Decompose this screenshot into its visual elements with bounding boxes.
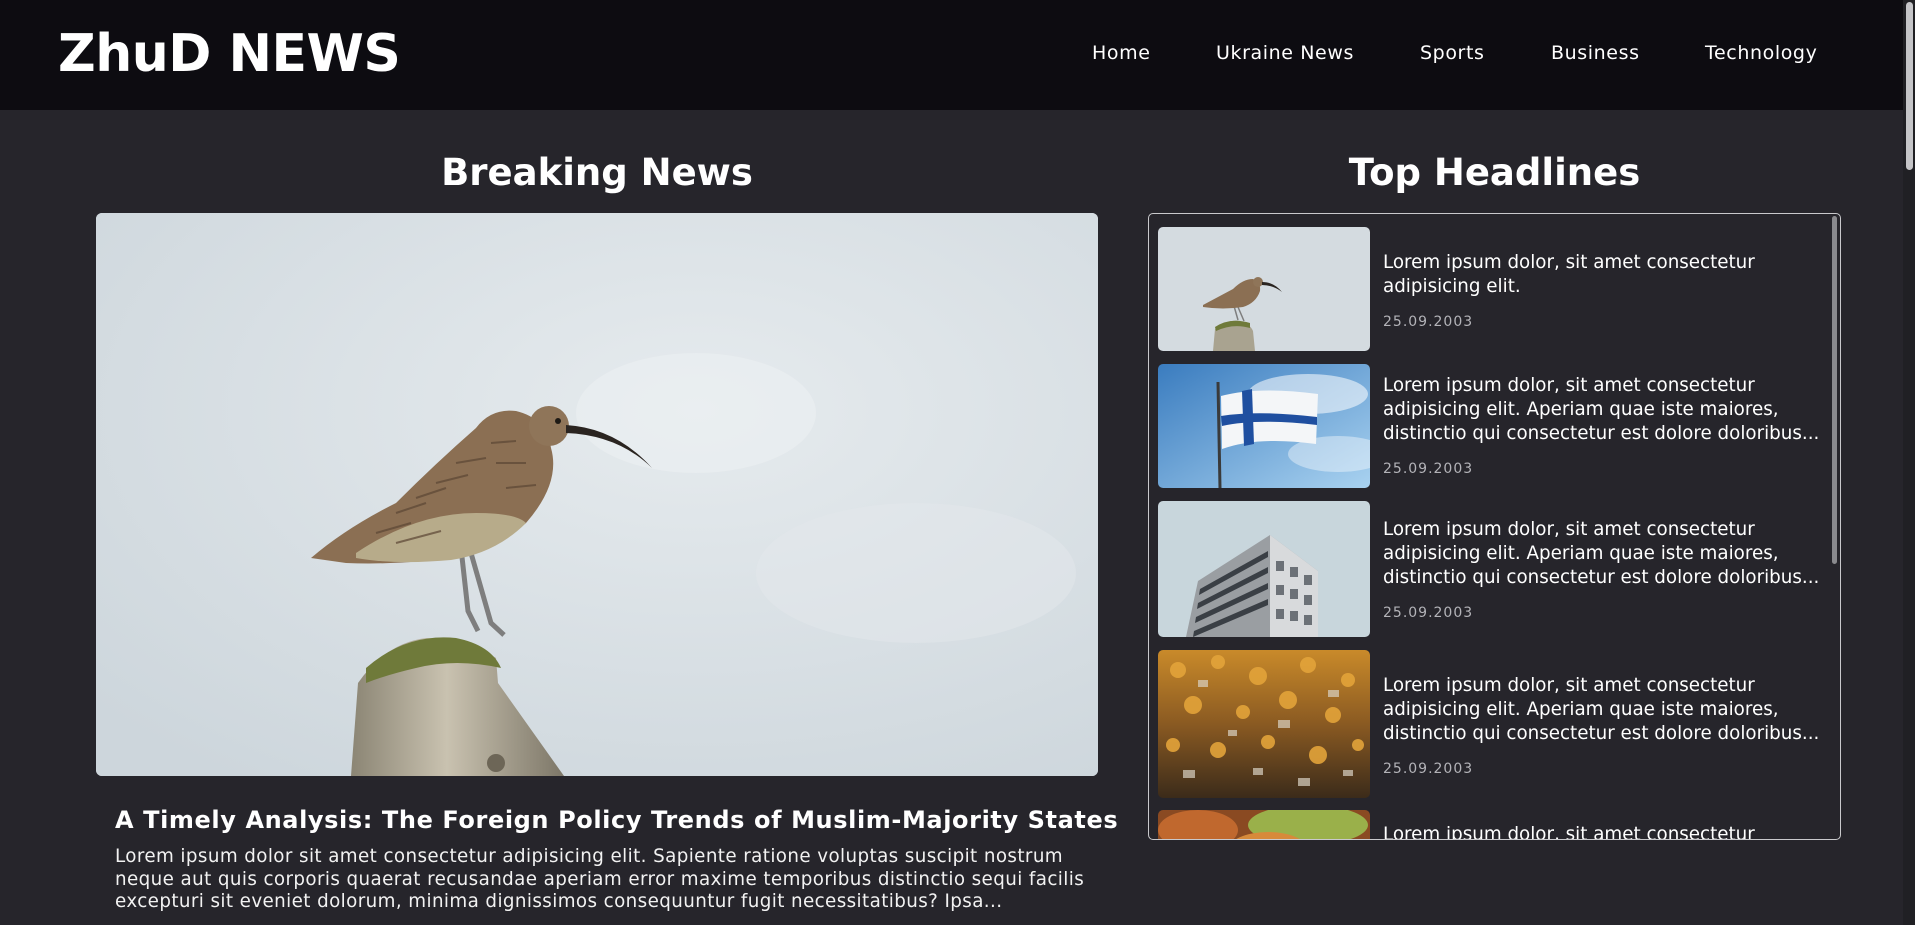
headline-date: 25.09.2003	[1383, 461, 1474, 477]
nav-business[interactable]: Business	[1551, 38, 1640, 68]
headline-title[interactable]: Lorem ipsum dolor, sit amet consectetur …	[1383, 518, 1823, 590]
headline-thumbnail[interactable]	[1158, 227, 1370, 351]
nav-technology[interactable]: Technology	[1705, 38, 1817, 68]
autumn-thumbnail-image	[1158, 810, 1370, 839]
headlines-scrollbar-thumb[interactable]	[1832, 216, 1837, 564]
headline-title[interactable]: Lorem ipsum dolor, sit amet consectetur …	[1383, 251, 1823, 299]
breaking-news-image[interactable]	[96, 213, 1098, 776]
page-scrollbar[interactable]	[1903, 0, 1915, 925]
nav-ukraine-news[interactable]: Ukraine News	[1216, 38, 1354, 68]
nav-home[interactable]: Home	[1092, 38, 1151, 68]
headline-thumbnail[interactable]	[1158, 501, 1370, 637]
top-headlines-list[interactable]: Lorem ipsum dolor, sit amet consectetur …	[1148, 213, 1841, 840]
breaking-news-title: Breaking News	[441, 151, 753, 194]
curlew-bird-photo	[96, 213, 1098, 776]
headline-date: 25.09.2003	[1383, 605, 1474, 621]
headline-card[interactable]: Lorem ipsum dolor, sit amet consectetur …	[1158, 501, 1819, 637]
city-aerial-thumbnail-image	[1158, 650, 1370, 798]
headline-title[interactable]: Lorem ipsum dolor, sit amet consectetur …	[1383, 374, 1823, 446]
finland-flag-thumbnail-image	[1158, 364, 1370, 488]
top-headlines-title: Top Headlines	[1348, 151, 1641, 194]
headline-card[interactable]: Lorem ipsum dolor, sit amet consectetur …	[1158, 650, 1819, 798]
headline-title[interactable]: Lorem ipsum dolor, sit amet consectetur	[1383, 823, 1823, 839]
site-header: ZhuD NEWS Home Ukraine News Sports Busin…	[0, 0, 1915, 110]
page-scrollbar-thumb[interactable]	[1906, 2, 1913, 170]
headline-date: 25.09.2003	[1383, 761, 1474, 777]
headline-card[interactable]: Lorem ipsum dolor, sit amet consectetur	[1158, 810, 1818, 839]
nav-sports[interactable]: Sports	[1420, 38, 1485, 68]
breaking-news-headline[interactable]: A Timely Analysis: The Foreign Policy Tr…	[115, 803, 1118, 837]
building-thumbnail-image	[1158, 501, 1370, 637]
headline-thumbnail[interactable]	[1158, 650, 1370, 798]
breaking-news-summary: Lorem ipsum dolor sit amet consectetur a…	[115, 846, 1085, 912]
headline-thumbnail[interactable]	[1158, 810, 1370, 839]
headline-card[interactable]: Lorem ipsum dolor, sit amet consectetur …	[1158, 364, 1819, 488]
headline-date: 25.09.2003	[1383, 314, 1474, 330]
headline-card[interactable]: Lorem ipsum dolor, sit amet consectetur …	[1158, 227, 1818, 351]
headline-title[interactable]: Lorem ipsum dolor, sit amet consectetur …	[1383, 674, 1823, 746]
headline-thumbnail[interactable]	[1158, 364, 1370, 488]
site-logo[interactable]: ZhuD NEWS	[58, 20, 401, 88]
bird-thumbnail-image	[1158, 227, 1370, 351]
headlines-scrollbar[interactable]	[1830, 214, 1838, 839]
main-nav: Home Ukraine News Sports Business Techno…	[1060, 38, 1860, 68]
